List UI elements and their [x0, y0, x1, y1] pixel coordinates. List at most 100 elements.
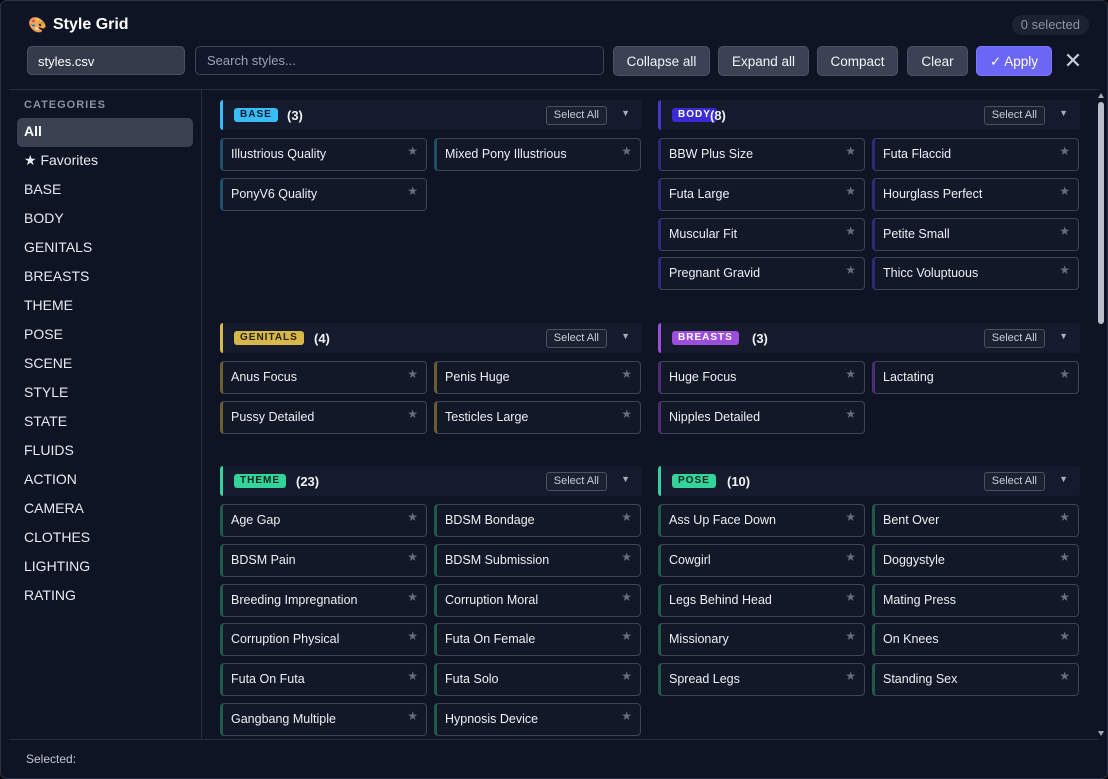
style-card[interactable]: BBW Plus Size ★	[658, 138, 865, 171]
star-icon[interactable]: ★	[407, 550, 418, 564]
select-all-button[interactable]: Select All	[983, 329, 1045, 348]
star-icon[interactable]: ★	[621, 590, 632, 604]
sidebar-item-genitals[interactable]: GENITALS	[17, 234, 193, 263]
file-select[interactable]: styles.csv	[27, 46, 185, 75]
chevron-down-icon[interactable]: ▼	[1059, 108, 1068, 118]
style-card[interactable]: BDSM Pain ★	[220, 544, 427, 577]
style-card[interactable]: Futa On Futa ★	[220, 663, 427, 696]
style-card[interactable]: BDSM Bondage ★	[434, 504, 641, 537]
style-card[interactable]: Spread Legs ★	[658, 663, 865, 696]
star-icon[interactable]: ★	[1059, 184, 1070, 198]
star-icon[interactable]: ★	[1059, 367, 1070, 381]
style-card[interactable]: PonyV6 Quality ★	[220, 178, 427, 211]
star-icon[interactable]: ★	[845, 367, 856, 381]
sidebar-item-fluids[interactable]: FLUIDS	[17, 437, 193, 466]
sidebar-item-rating[interactable]: RATING	[17, 582, 193, 611]
star-icon[interactable]: ★	[845, 224, 856, 238]
sidebar-item-scene[interactable]: SCENE	[17, 350, 193, 379]
style-card[interactable]: Age Gap ★	[220, 504, 427, 537]
style-card[interactable]: Futa Flaccid ★	[872, 138, 1079, 171]
sidebar-item-camera[interactable]: CAMERA	[17, 495, 193, 524]
apply-button[interactable]: ✓ Apply	[976, 46, 1052, 76]
star-icon[interactable]: ★	[407, 590, 418, 604]
style-card[interactable]: Gangbang Multiple ★	[220, 703, 427, 736]
style-card[interactable]: Lactating ★	[872, 361, 1079, 394]
style-card[interactable]: Illustrious Quality ★	[220, 138, 427, 171]
sidebar-item-pose[interactable]: POSE	[17, 321, 193, 350]
clear-button[interactable]: Clear	[907, 46, 968, 76]
style-card[interactable]: Nipples Detailed ★	[658, 401, 865, 434]
star-icon[interactable]: ★	[845, 184, 856, 198]
close-icon[interactable]: ✕	[1063, 50, 1083, 72]
sidebar-item-favorites[interactable]: ★ Favorites	[17, 147, 193, 176]
scroll-down-arrow-icon[interactable]	[1098, 731, 1104, 736]
style-card[interactable]: BDSM Submission ★	[434, 544, 641, 577]
star-icon[interactable]: ★	[845, 669, 856, 683]
search-input[interactable]	[195, 46, 604, 75]
style-card[interactable]: Testicles Large ★	[434, 401, 641, 434]
star-icon[interactable]: ★	[845, 590, 856, 604]
style-card[interactable]: Futa Large ★	[658, 178, 865, 211]
style-card[interactable]: Pregnant Gravid ★	[658, 257, 865, 290]
section-header[interactable]: POSE (10) Select All ▼	[658, 466, 1080, 496]
chevron-down-icon[interactable]: ▼	[1059, 331, 1068, 341]
star-icon[interactable]: ★	[1059, 669, 1070, 683]
style-card[interactable]: Hypnosis Device ★	[434, 703, 641, 736]
star-icon[interactable]: ★	[1059, 510, 1070, 524]
star-icon[interactable]: ★	[407, 407, 418, 421]
scrollbar-thumb[interactable]	[1098, 102, 1104, 324]
scrollbar[interactable]	[1096, 90, 1106, 739]
star-icon[interactable]: ★	[621, 709, 632, 723]
style-card[interactable]: Ass Up Face Down ★	[658, 504, 865, 537]
section-header[interactable]: THEME (23) Select All ▼	[220, 466, 642, 496]
style-card[interactable]: Corruption Physical ★	[220, 623, 427, 656]
star-icon[interactable]: ★	[1059, 224, 1070, 238]
sidebar-item-lighting[interactable]: LIGHTING	[17, 553, 193, 582]
style-card[interactable]: Futa Solo ★	[434, 663, 641, 696]
star-icon[interactable]: ★	[621, 669, 632, 683]
star-icon[interactable]: ★	[845, 510, 856, 524]
sidebar-item-style[interactable]: STYLE	[17, 379, 193, 408]
star-icon[interactable]: ★	[845, 550, 856, 564]
select-all-button[interactable]: Select All	[545, 472, 607, 491]
section-header[interactable]: BASE (3) Select All ▼	[220, 100, 642, 130]
style-card[interactable]: Cowgirl ★	[658, 544, 865, 577]
style-card[interactable]: Mating Press ★	[872, 584, 1079, 617]
star-icon[interactable]: ★	[1059, 263, 1070, 277]
star-icon[interactable]: ★	[845, 629, 856, 643]
star-icon[interactable]: ★	[407, 367, 418, 381]
star-icon[interactable]: ★	[621, 367, 632, 381]
select-all-button[interactable]: Select All	[983, 472, 1045, 491]
style-card[interactable]: Breeding Impregnation ★	[220, 584, 427, 617]
style-card[interactable]: Penis Huge ★	[434, 361, 641, 394]
star-icon[interactable]: ★	[621, 510, 632, 524]
style-card[interactable]: Bent Over ★	[872, 504, 1079, 537]
compact-button[interactable]: Compact	[817, 46, 898, 76]
style-card[interactable]: Huge Focus ★	[658, 361, 865, 394]
sidebar-item-base[interactable]: BASE	[17, 176, 193, 205]
star-icon[interactable]: ★	[621, 629, 632, 643]
sidebar-item-breasts[interactable]: BREASTS	[17, 263, 193, 292]
style-card[interactable]: Corruption Moral ★	[434, 584, 641, 617]
style-card[interactable]: Petite Small ★	[872, 218, 1079, 251]
chevron-down-icon[interactable]: ▼	[1059, 474, 1068, 484]
chevron-down-icon[interactable]: ▼	[621, 331, 630, 341]
style-card[interactable]: Futa On Female ★	[434, 623, 641, 656]
star-icon[interactable]: ★	[1059, 590, 1070, 604]
scroll-up-arrow-icon[interactable]	[1098, 93, 1104, 98]
star-icon[interactable]: ★	[1059, 144, 1070, 158]
style-card[interactable]: Muscular Fit ★	[658, 218, 865, 251]
chevron-down-icon[interactable]: ▼	[621, 474, 630, 484]
star-icon[interactable]: ★	[845, 144, 856, 158]
select-all-button[interactable]: Select All	[545, 106, 607, 125]
sidebar-item-body[interactable]: BODY	[17, 205, 193, 234]
star-icon[interactable]: ★	[845, 263, 856, 277]
star-icon[interactable]: ★	[621, 407, 632, 421]
expand-all-button[interactable]: Expand all	[718, 46, 809, 76]
select-all-button[interactable]: Select All	[983, 106, 1045, 125]
star-icon[interactable]: ★	[407, 709, 418, 723]
star-icon[interactable]: ★	[407, 510, 418, 524]
select-all-button[interactable]: Select All	[545, 329, 607, 348]
sidebar-item-clothes[interactable]: CLOTHES	[17, 524, 193, 553]
star-icon[interactable]: ★	[845, 407, 856, 421]
